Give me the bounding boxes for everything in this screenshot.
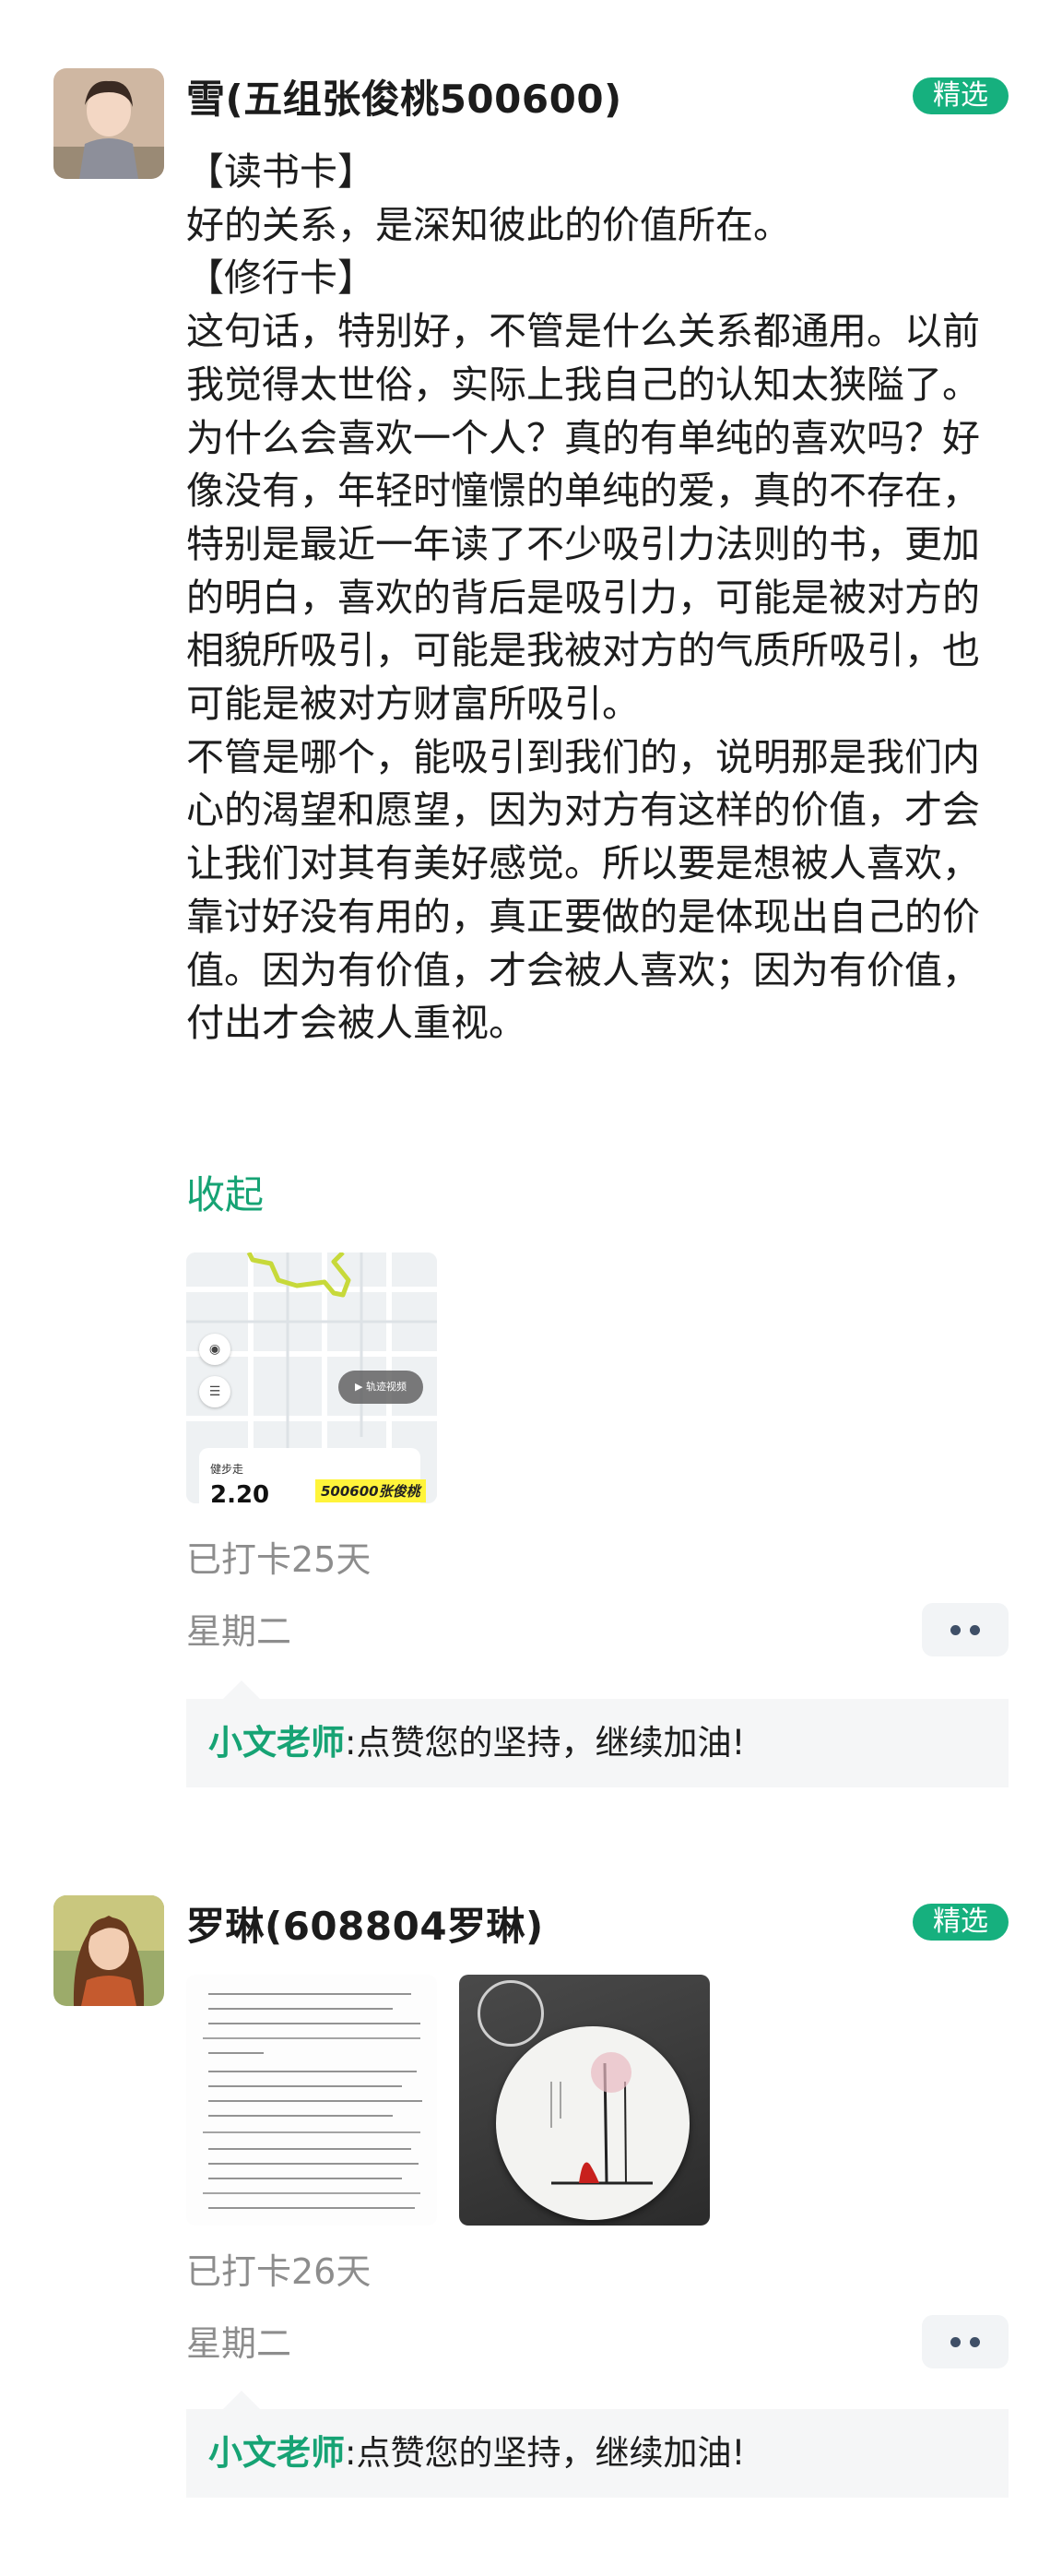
content-paragraph: 这句话，特别好，不管是什么关系都通用。以前我觉得太世俗，实际上我自己的认知太狭隘… [186, 309, 980, 407]
coaster-image[interactable] [459, 1975, 710, 2226]
comment-author[interactable]: 小文老师 [208, 2433, 345, 2473]
comment-separator: : [345, 1723, 357, 1763]
content-paragraph: 【修行卡】 [186, 255, 375, 301]
weekday: 星期二 [186, 1611, 292, 1652]
checkin-days: 已打卡26天 [186, 2251, 372, 2292]
handwritten-notes-image[interactable] [186, 1975, 437, 2226]
collapse-link[interactable]: 收起 [186, 1164, 264, 1220]
content-paragraph: 【读书卡】 [186, 149, 375, 194]
more-dots-icon[interactable] [922, 1603, 1009, 1656]
post-content: 【读书卡】 好的关系，是深知彼此的价值所在。 【修行卡】 这句话，特别好，不管是… [186, 146, 997, 1051]
play-track-button[interactable]: ▶ 轨迹视频 [338, 1371, 423, 1404]
avatar[interactable] [53, 1895, 164, 2006]
more-dots-icon[interactable] [922, 2315, 1009, 2368]
featured-badge: 精选 [913, 77, 1009, 114]
username[interactable]: 雪(五组张俊桃500600) [186, 68, 622, 125]
walk-label: 健步走 [210, 1463, 244, 1476]
comment-author[interactable]: 小文老师 [208, 1723, 345, 1763]
featured-badge: 精选 [913, 1904, 1009, 1941]
content-paragraph: 为什么会喜欢一个人？真的有单纯的喜欢吗？好像没有，年轻时憧憬的单纯的爱，真的不存… [186, 415, 980, 727]
username[interactable]: 罗琳(608804罗琳) [186, 1895, 544, 1952]
comment: 小文老师:点赞您的坚持，继续加油! [186, 1680, 1009, 1787]
checkin-days: 已打卡25天 [186, 1539, 372, 1580]
content-paragraph: 好的关系，是深知彼此的价值所在。 [186, 202, 791, 247]
route-map-thumbnail[interactable]: ◉ ☰ ▶ 轨迹视频 健步走 2.20 500600张俊桃 [186, 1252, 437, 1503]
comment: 小文老师:点赞您的坚持，继续加油! [186, 2391, 1009, 2498]
comment-text: 点赞您的坚持，继续加油! [356, 2433, 746, 2473]
comment-separator: : [345, 2433, 357, 2473]
layers-icon[interactable]: ☰ [199, 1376, 230, 1407]
watermark-label: 500600张俊桃 [315, 1479, 426, 1502]
walk-distance: 2.20 [210, 1481, 270, 1503]
eye-icon[interactable]: ◉ [199, 1334, 230, 1365]
weekday: 星期二 [186, 2323, 292, 2364]
content-paragraph: 不管是哪个，能吸引到我们的，说明那是我们内心的渴望和愿望，因为对方有这样的价值，… [186, 734, 980, 1046]
avatar[interactable] [53, 68, 164, 179]
comment-text: 点赞您的坚持，继续加油! [356, 1723, 746, 1763]
